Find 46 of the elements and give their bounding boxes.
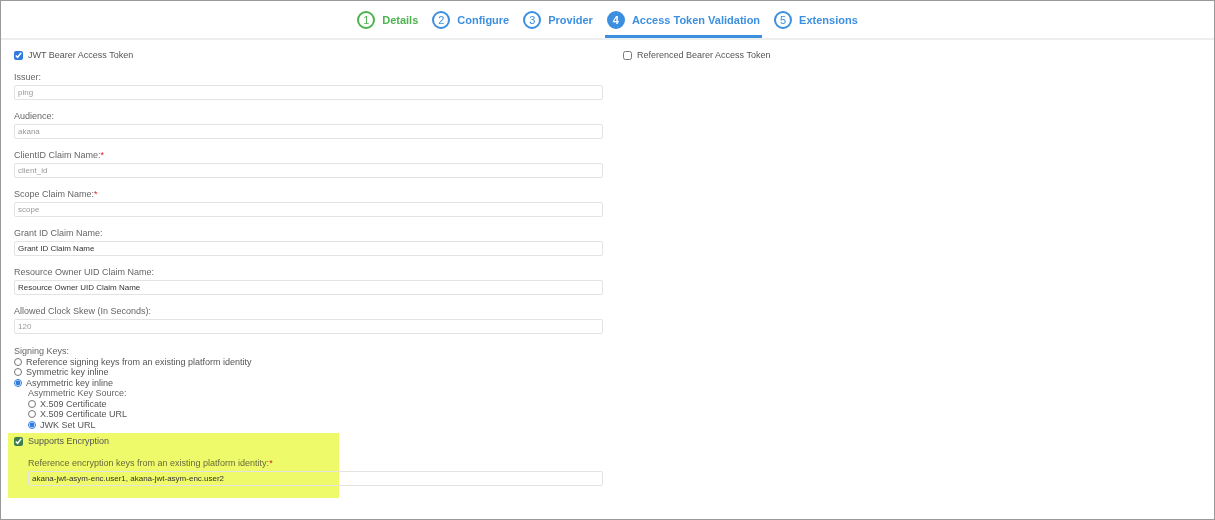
text-field[interactable]: akana xyxy=(14,124,603,139)
radio-label: JWK Set URL xyxy=(40,419,96,430)
text-field[interactable]: ping xyxy=(14,85,603,100)
field-label: ClientID Claim Name:* xyxy=(14,150,106,161)
wizard-step-tab[interactable]: 2 Configure xyxy=(430,4,512,38)
radio-label: Symmetric key inline xyxy=(26,367,109,378)
text-field[interactable]: akana-jwt-asym-enc.user1, akana-jwt-asym-enc.user2 xyxy=(28,471,603,486)
field-label: Issuer: xyxy=(14,72,42,83)
radio-label: Reference signing keys from an existing platform identity xyxy=(26,356,252,367)
checkbox[interactable] xyxy=(14,437,23,446)
checkbox-label: Supports Encryption xyxy=(28,436,110,447)
radio-button[interactable] xyxy=(14,357,22,366)
wizard-step-tab[interactable]: 5 Extensions xyxy=(772,4,860,38)
step-number-icon: 4 xyxy=(606,10,625,29)
field-label: Scope Claim Name:* xyxy=(14,189,99,200)
radio-button[interactable] xyxy=(28,420,36,429)
group-label: Signing Keys: xyxy=(14,346,70,356)
step-number-icon: 5 xyxy=(774,10,793,29)
radio-label: X.509 Certificate URL xyxy=(40,409,128,420)
step-number-icon: 2 xyxy=(432,10,451,29)
step-number-icon: 1 xyxy=(357,10,376,29)
text-field[interactable]: Resource Owner UID Claim Name xyxy=(14,280,603,295)
field-label: Grant ID Claim Name: xyxy=(14,228,104,239)
checkbox[interactable] xyxy=(623,51,632,60)
radio-button[interactable] xyxy=(14,368,22,377)
group-label: Asymmetric Key Source: xyxy=(28,388,127,398)
radio-label: Asymmetric key inline xyxy=(26,377,114,388)
radio-button[interactable] xyxy=(28,399,36,408)
radio-button[interactable] xyxy=(14,378,22,387)
field-label: Reference encryption keys from an existing platform identity:* xyxy=(28,458,274,469)
text-field[interactable]: client_id xyxy=(14,163,603,178)
wizard-step-tab[interactable]: 1 Details xyxy=(355,4,421,38)
text-field[interactable]: 120 xyxy=(14,319,603,334)
checkbox[interactable] xyxy=(14,51,23,60)
wizard-step-tab[interactable]: 4 Access Token Validation xyxy=(604,4,763,38)
wizard-step-tab[interactable]: 3 Provider xyxy=(521,4,595,38)
field-label: Allowed Clock Skew (In Seconds): xyxy=(14,306,153,317)
field-label: Audience: xyxy=(14,111,56,122)
text-field[interactable]: Grant ID Claim Name xyxy=(14,241,603,256)
field-label: Resource Owner UID Claim Name: xyxy=(14,267,156,278)
checkbox-label: Referenced Bearer Access Token xyxy=(637,50,771,61)
step-number-icon: 3 xyxy=(523,10,542,29)
radio-button[interactable] xyxy=(28,410,36,419)
radio-label: X.509 Certificate xyxy=(40,398,107,409)
text-field[interactable]: scope xyxy=(14,202,603,217)
checkbox-label: JWT Bearer Access Token xyxy=(28,50,134,61)
